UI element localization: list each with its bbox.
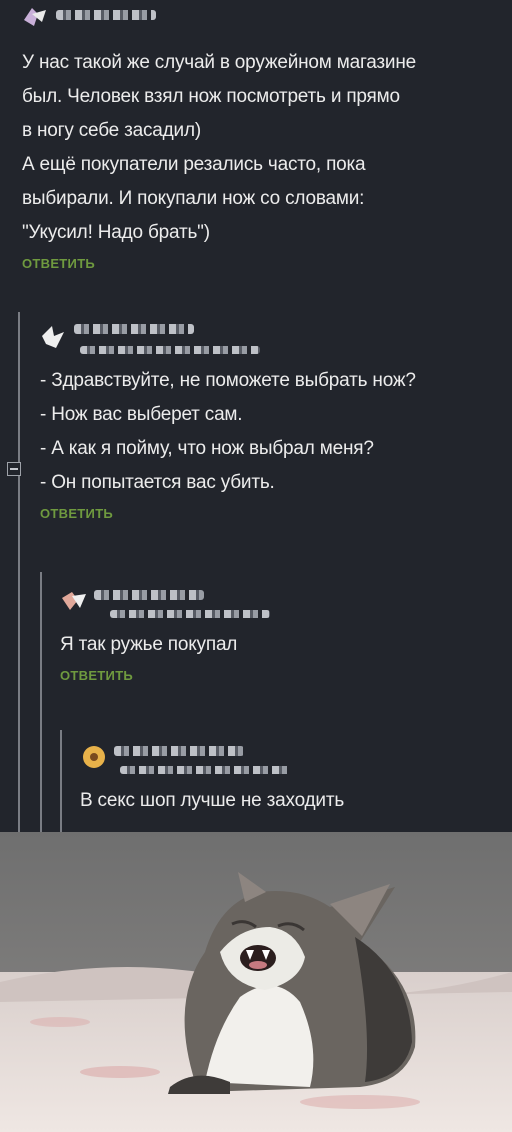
author-name-redacted — [94, 590, 204, 600]
avatar-icon[interactable] — [80, 742, 108, 770]
comment-line: - Он попытается вас убить. — [40, 472, 275, 493]
comment-line: выбирали. И покупали нож со словами: — [22, 188, 365, 209]
comment: - Здравствуйте, не поможете выбрать нож?… — [40, 318, 506, 523]
comment: Я так ружье покупал ОТВЕТИТЬ — [60, 582, 500, 685]
comment-thread: У нас такой же случай в оружейном магази… — [0, 0, 512, 832]
avatar-icon[interactable] — [40, 322, 68, 350]
avatar-icon[interactable] — [22, 4, 50, 32]
comment-line: был. Человек взял нож посмотреть и прямо — [22, 86, 400, 107]
reply-button[interactable]: ОТВЕТИТЬ — [22, 256, 95, 271]
cat-photo — [0, 832, 512, 1132]
comment-author — [80, 738, 500, 784]
author-date-redacted — [110, 610, 270, 618]
comment-author — [22, 0, 508, 46]
comment-author — [40, 318, 506, 364]
avatar-icon[interactable] — [60, 586, 88, 614]
author-name-redacted — [56, 10, 156, 20]
comment-text: - Здравствуйте, не поможете выбрать нож?… — [40, 364, 506, 500]
author-name-redacted — [114, 746, 244, 756]
comment: У нас такой же случай в оружейном магази… — [22, 0, 508, 273]
comment-line: В секс шоп лучше не заходить — [80, 790, 345, 811]
comment-line: - Здравствуйте, не поможете выбрать нож? — [40, 370, 416, 391]
collapse-thread-icon[interactable] — [7, 462, 21, 476]
comment-line: Я так ружье покупал — [60, 634, 238, 655]
cat-photo-image — [0, 832, 512, 1132]
author-date-redacted — [80, 346, 260, 354]
comment-author — [60, 582, 500, 628]
comment: В секс шоп лучше не заходить — [80, 738, 500, 818]
comment-text: В секс шоп лучше не заходить — [80, 784, 500, 818]
author-name-redacted — [74, 324, 194, 334]
reply-button[interactable]: ОТВЕТИТЬ — [40, 506, 113, 521]
comment-line: - А как я пойму, что нож выбрал меня? — [40, 438, 374, 459]
author-date-redacted — [120, 766, 290, 774]
comment-line: "Укусил! Надо брать") — [22, 222, 210, 243]
comment-text: У нас такой же случай в оружейном магази… — [22, 46, 508, 250]
reply-button[interactable]: ОТВЕТИТЬ — [60, 668, 133, 683]
comment-line: - Нож вас выберет сам. — [40, 404, 243, 425]
comment-line: А ещё покупатели резались часто, пока — [22, 154, 366, 175]
thread-line — [18, 312, 20, 832]
thread-line — [40, 572, 42, 832]
comment-line: У нас такой же случай в оружейном магази… — [22, 52, 417, 73]
thread-line — [60, 730, 62, 832]
comment-line: в ногу себе засадил) — [22, 120, 201, 141]
comment-text: Я так ружье покупал — [60, 628, 500, 662]
